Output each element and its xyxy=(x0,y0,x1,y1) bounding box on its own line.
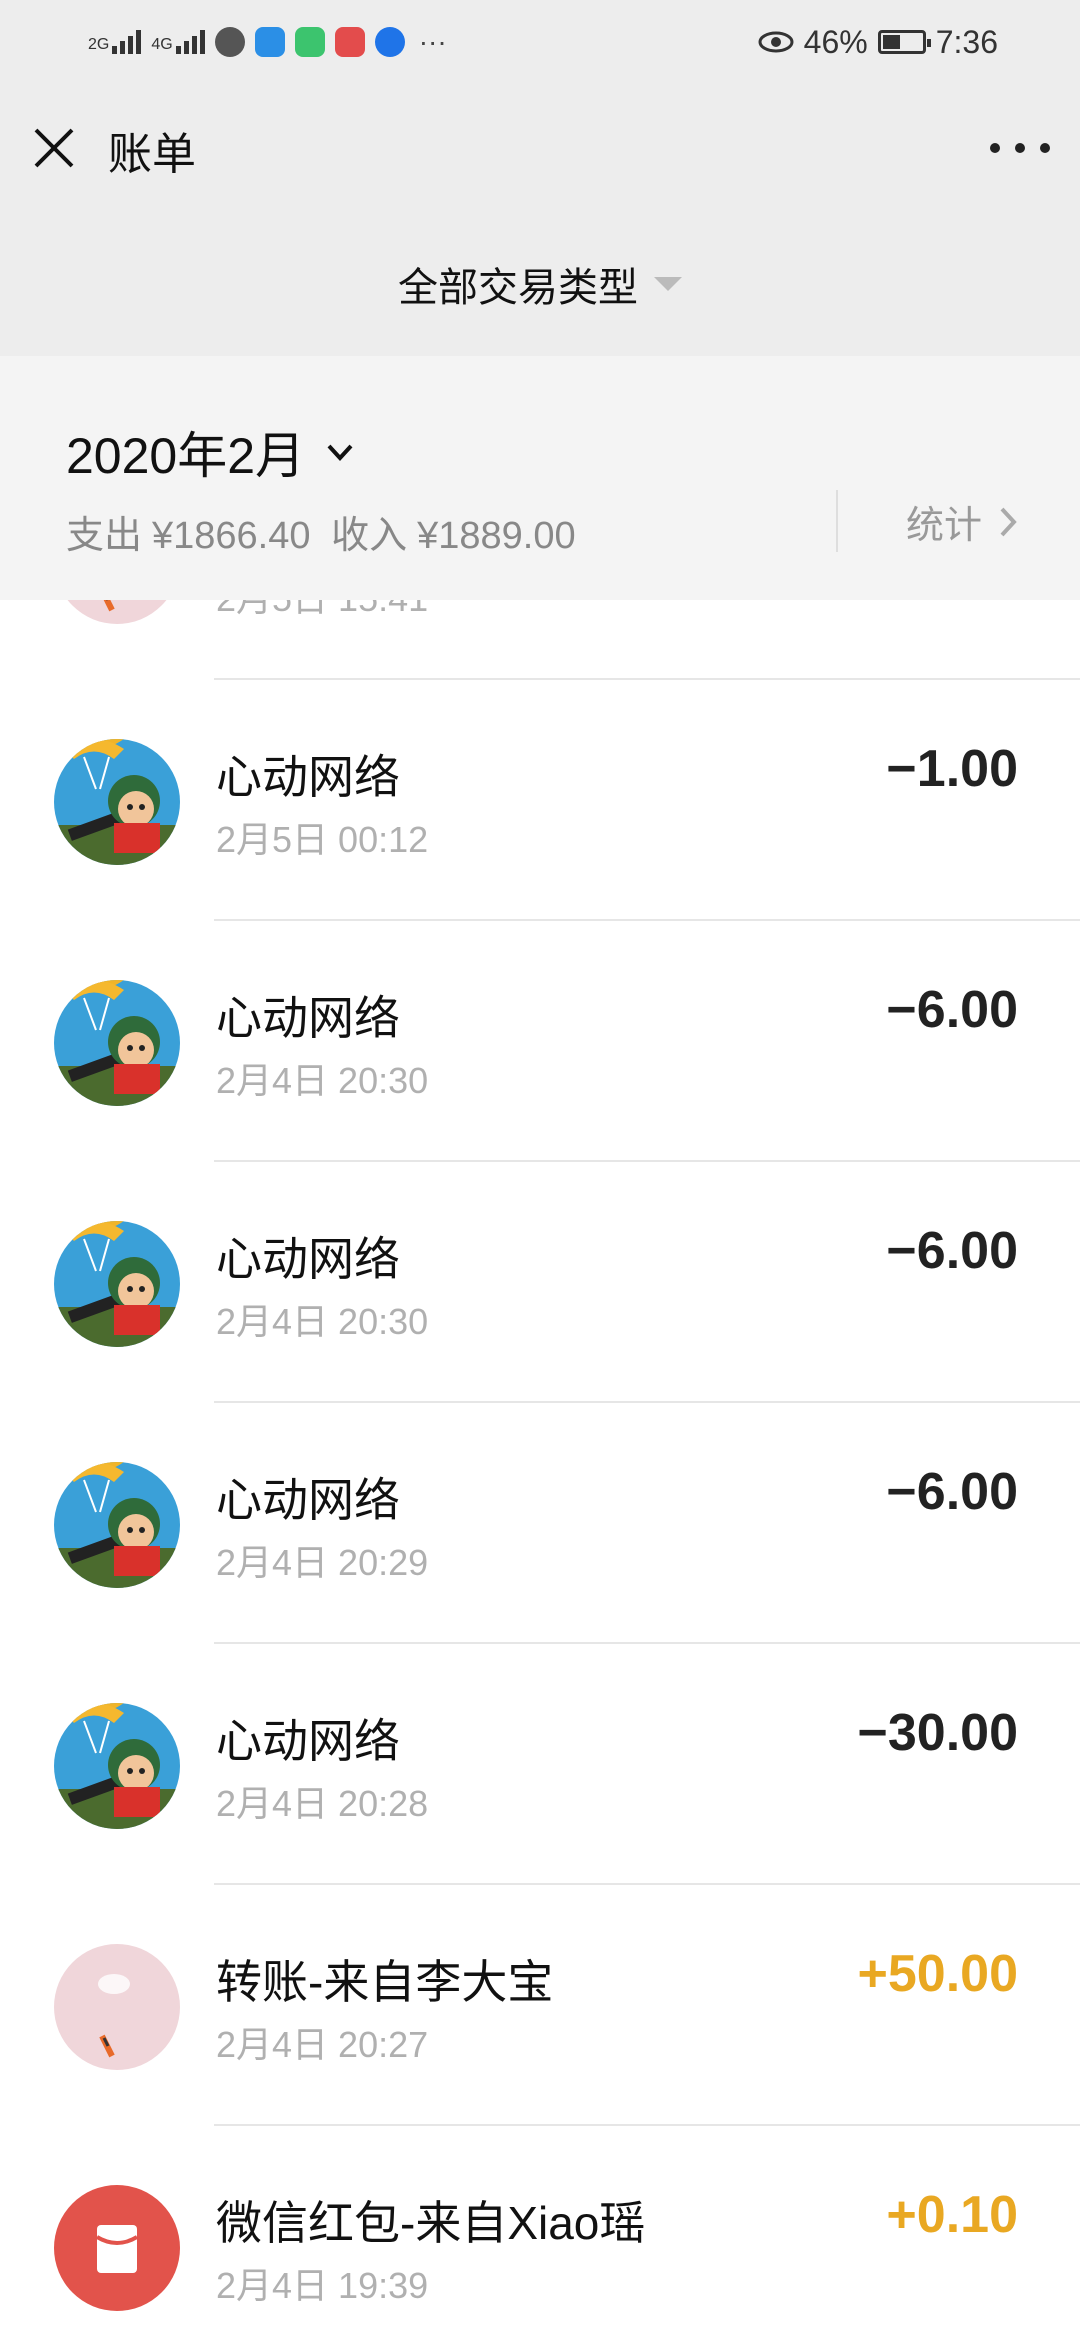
battery-percent: 46% xyxy=(803,23,868,60)
transaction-title: 转账-来自李大宝 xyxy=(216,1956,554,2008)
game-avatar xyxy=(54,1221,180,1347)
transaction-row[interactable]: 2月5日 15:41 xyxy=(0,600,1080,680)
transaction-row[interactable]: 心动网络 2月4日 20:30 −6.00 xyxy=(0,1163,1080,1403)
sohu-video-icon xyxy=(334,27,365,57)
month-selector[interactable]: 2020年2月 xyxy=(66,416,357,488)
transaction-row[interactable]: 心动网络 2月4日 20:28 −30.00 xyxy=(0,1645,1080,1885)
transaction-list: 2月5日 15:41 心动网络 2月5日 00:12 −1.00 心动网络 2月4日 20… xyxy=(0,600,1080,2340)
transaction-title: 心动网络 xyxy=(216,751,400,803)
transaction-row[interactable]: 微信红包-来自Xiao瑶 2月4日 19:39 +0.10 xyxy=(0,2127,1080,2340)
close-icon[interactable] xyxy=(28,122,80,174)
sim2-label: 4G xyxy=(151,36,173,53)
video-app-icon xyxy=(294,27,325,57)
transaction-amount: −1.00 xyxy=(886,740,1018,798)
expense-label: 支出 xyxy=(66,515,143,557)
transaction-title: 心动网络 xyxy=(216,1715,400,1767)
row-divider xyxy=(214,919,1080,921)
status-right: 46% 7:36 xyxy=(758,24,1080,61)
transaction-time: 2月5日 00:12 xyxy=(216,819,429,860)
game-avatar xyxy=(54,739,180,865)
transaction-title: 心动网络 xyxy=(216,992,400,1044)
transaction-time: 2月5日 15:41 xyxy=(216,600,428,622)
game-avatar xyxy=(54,1703,180,1829)
transaction-amount: +0.10 xyxy=(886,2186,1018,2244)
more-notifications-icon: ··· xyxy=(418,26,447,57)
transaction-title: 心动网络 xyxy=(216,1474,400,1526)
transaction-amount: −6.00 xyxy=(886,1222,1018,1280)
game-avatar xyxy=(54,1462,180,1588)
statistics-label: 统计 xyxy=(906,505,983,547)
transaction-row[interactable]: 心动网络 2月5日 00:12 −1.00 xyxy=(0,681,1080,921)
transaction-time: 2月4日 20:30 xyxy=(216,1301,429,1342)
month-label: 2020年2月 xyxy=(66,428,306,484)
sim1-label: 2G xyxy=(88,36,110,53)
battery-fill xyxy=(882,35,901,49)
k-app-icon xyxy=(374,27,405,57)
month-totals: 支出 ¥1866.40 收入 ¥1889.00 xyxy=(66,504,586,559)
red-packet-avatar xyxy=(54,2185,180,2311)
row-divider xyxy=(214,2124,1080,2126)
page-title: 账单 xyxy=(108,130,196,179)
row-divider xyxy=(214,678,1080,680)
message-icon xyxy=(214,27,245,57)
status-left: 2G 4G ··· xyxy=(0,26,447,58)
caret-down-icon xyxy=(654,277,682,291)
transaction-amount: −30.00 xyxy=(857,1704,1019,1762)
filter-label: 全部交易类型 xyxy=(398,266,638,310)
row-divider xyxy=(214,1160,1080,1162)
transaction-time: 2月4日 20:27 xyxy=(216,2024,429,2065)
signal-sim2-icon: 4G xyxy=(151,30,205,54)
transaction-amount: −6.00 xyxy=(886,981,1018,1039)
eye-comfort-icon xyxy=(758,31,794,53)
app-notification-icon xyxy=(254,27,285,57)
transaction-title: 心动网络 xyxy=(216,1233,400,1285)
chevron-down-icon xyxy=(327,444,353,461)
transaction-row[interactable]: 心动网络 2月4日 20:29 −6.00 xyxy=(0,1404,1080,1644)
status-bar: 2G 4G ··· 46% 7:36 xyxy=(0,0,1080,84)
transaction-amount: −6.00 xyxy=(886,1463,1018,1521)
pink-avatar xyxy=(54,1944,180,2070)
transaction-title: 微信红包-来自Xiao瑶 xyxy=(216,2197,646,2249)
transaction-time: 2月4日 20:30 xyxy=(216,1060,429,1101)
title-bar: 账单 xyxy=(0,84,1080,212)
transaction-row[interactable]: 转账-来自李大宝 2月4日 20:27 +50.00 xyxy=(0,1886,1080,2126)
transaction-time: 2月4日 19:39 xyxy=(216,2265,429,2306)
transaction-row[interactable]: 心动网络 2月4日 20:30 −6.00 xyxy=(0,922,1080,1162)
transaction-time: 2月4日 20:29 xyxy=(216,1542,429,1583)
transaction-time: 2月4日 20:28 xyxy=(216,1783,429,1824)
pink-avatar xyxy=(54,600,180,624)
transaction-type-filter[interactable]: 全部交易类型 xyxy=(0,212,1080,356)
row-divider xyxy=(214,1642,1080,1644)
game-avatar xyxy=(54,980,180,1106)
chevron-right-icon xyxy=(1000,507,1017,536)
divider xyxy=(836,490,838,552)
expense-total: ¥1866.40 xyxy=(152,515,311,557)
battery-icon xyxy=(877,30,931,54)
transaction-amount: +50.00 xyxy=(857,1945,1019,2003)
clock: 7:36 xyxy=(935,23,998,60)
more-dots-icon[interactable] xyxy=(990,138,1050,158)
signal-sim1-icon: 2G xyxy=(88,30,142,54)
statistics-button[interactable]: 统计 xyxy=(906,494,1018,549)
row-divider xyxy=(214,1883,1080,1885)
income-label: 收入 xyxy=(331,515,408,557)
row-divider xyxy=(214,1401,1080,1403)
month-summary: 2020年2月 支出 ¥1866.40 收入 ¥1889.00 统计 xyxy=(0,356,1080,600)
income-total: ¥1889.00 xyxy=(417,515,576,557)
